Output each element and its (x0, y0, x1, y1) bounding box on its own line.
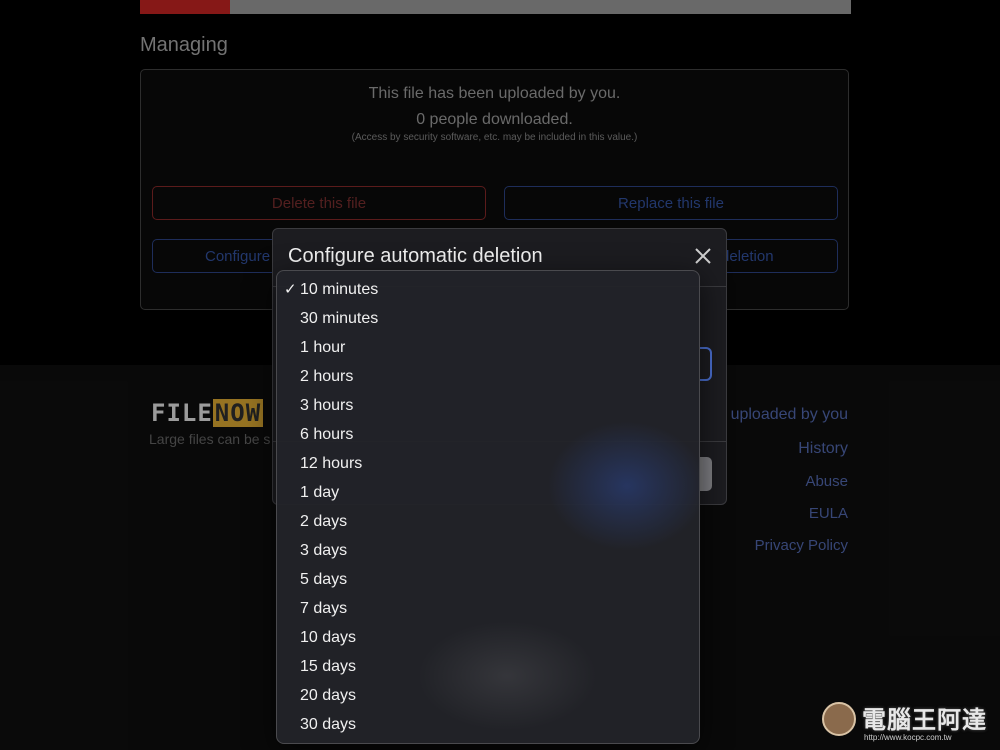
dropdown-option[interactable]: 2 days (277, 507, 699, 536)
dropdown-option[interactable]: 12 hours (277, 449, 699, 478)
dropdown-option[interactable]: 3 hours (277, 391, 699, 420)
dropdown-option[interactable]: 3 days (277, 536, 699, 565)
dropdown-option[interactable]: 2 hours (277, 362, 699, 391)
mascot-icon (822, 702, 856, 736)
dropdown-option[interactable]: 1 hour (277, 333, 699, 362)
dropdown-option[interactable]: 30 days (277, 710, 699, 739)
dropdown-option[interactable]: 15 days (277, 652, 699, 681)
modal-submit-button[interactable] (700, 457, 712, 491)
dropdown-option[interactable]: 30 minutes (277, 304, 699, 333)
dropdown-option[interactable]: 10 days (277, 623, 699, 652)
close-icon[interactable] (692, 245, 714, 267)
dropdown-option[interactable]: 20 days (277, 681, 699, 710)
dropdown-option[interactable]: 6 hours (277, 420, 699, 449)
deletion-time-dropdown[interactable]: ✓ 10 minutes 30 minutes 1 hour 2 hours 3 … (276, 270, 700, 744)
dropdown-option[interactable]: 7 days (277, 594, 699, 623)
watermark-url: http://www.kocpc.com.tw (864, 733, 952, 742)
watermark-title: 電腦王阿達 (862, 707, 987, 734)
dropdown-option[interactable]: ✓ 10 minutes (277, 275, 699, 304)
dropdown-option[interactable]: 5 days (277, 565, 699, 594)
watermark: 電腦王阿達 http://www.kocpc.com.tw (822, 700, 992, 746)
deletion-time-select[interactable] (700, 347, 712, 381)
modal-title: Configure automatic deletion (288, 245, 543, 267)
checkmark-icon: ✓ (284, 281, 297, 298)
dropdown-option[interactable]: 1 day (277, 478, 699, 507)
